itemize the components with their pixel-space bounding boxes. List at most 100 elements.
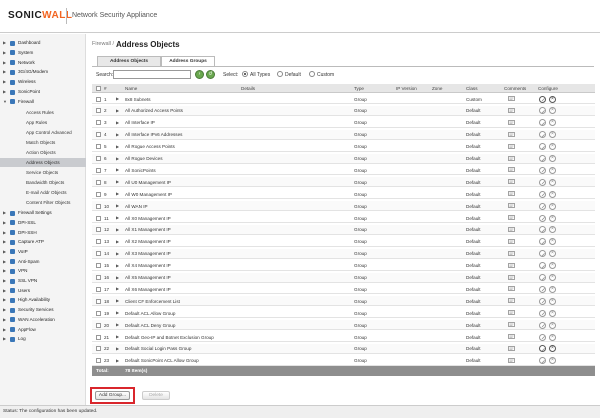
expand-row-icon[interactable]: ▶ (116, 120, 119, 125)
delete-icon[interactable]: × (549, 202, 556, 210)
row-checkbox[interactable] (96, 215, 101, 221)
edit-icon[interactable] (539, 119, 546, 127)
sidebar-subitem-match-objects[interactable]: Match Objects (0, 138, 86, 147)
edit-icon[interactable] (539, 95, 546, 103)
table-row[interactable]: 21 ▶ Default Geo-IP and Botnet Exclusion G… (92, 332, 595, 342)
row-checkbox[interactable] (96, 358, 101, 364)
expand-row-icon[interactable]: ▶ (116, 251, 119, 256)
sidebar-item-system[interactable]: ▶ System (0, 49, 86, 57)
expand-arrow-icon[interactable]: ▶ (3, 335, 6, 343)
expand-arrow-icon[interactable]: ▶ (3, 287, 6, 295)
delete-icon[interactable]: × (549, 345, 556, 353)
delete-icon[interactable]: × (549, 166, 556, 174)
comment-icon[interactable] (508, 334, 515, 340)
sidebar-subitem-app-rules[interactable]: App Rules (0, 118, 86, 127)
breadcrumb[interactable]: Firewall / (92, 41, 114, 47)
radio-default[interactable] (277, 71, 283, 77)
delete-icon[interactable]: × (549, 119, 556, 127)
table-row[interactable]: 8 ▶ All U0 Management IP Group Default × (92, 177, 595, 188)
table-row[interactable]: 20 ▶ Default ACL Deny Group Group Default × (92, 320, 595, 331)
row-checkbox[interactable] (96, 96, 101, 102)
delete-button[interactable]: Delete (142, 391, 170, 400)
edit-icon[interactable] (539, 274, 546, 281)
sidebar-item-3g-4g-modem[interactable]: ▶ 3G/4G/Modem (0, 68, 86, 76)
sidebar-item-log[interactable]: ▶ Log (0, 335, 86, 343)
expand-row-icon[interactable]: ▶ (116, 144, 119, 149)
delete-icon[interactable]: × (549, 131, 556, 139)
expand-row-icon[interactable]: ▶ (116, 179, 119, 184)
row-checkbox[interactable] (96, 263, 101, 269)
sidebar-item-ssl-vpn[interactable]: ▶ SSL VPN (0, 277, 86, 285)
col-type[interactable]: Type (354, 86, 364, 91)
sidebar-item-high-availability[interactable]: ▶ High Availability (0, 296, 86, 304)
table-row[interactable]: 16 ▶ All X5 Management IP Group Default × (92, 272, 595, 283)
sidebar-subitem-content-filter-objects[interactable]: Content Filter Objects (0, 198, 86, 207)
col-ip-version[interactable]: IP Version (396, 86, 417, 91)
delete-icon[interactable]: × (549, 285, 556, 293)
col-name[interactable]: Name (125, 86, 137, 91)
edit-icon[interactable] (539, 178, 546, 186)
comment-icon[interactable] (508, 155, 515, 162)
edit-icon[interactable] (539, 250, 546, 258)
sidebar-item-vpn[interactable]: ▶ VPN (0, 267, 86, 275)
row-checkbox[interactable] (96, 334, 101, 340)
edit-icon[interactable] (539, 214, 546, 222)
sidebar-subitem-access-rules[interactable]: Access Rules (0, 108, 86, 117)
expand-row-icon[interactable]: ▶ (116, 334, 119, 339)
expand-row-icon[interactable]: ▶ (116, 310, 119, 315)
expand-arrow-icon[interactable]: ▶ (3, 248, 6, 256)
table-row[interactable]: 9 ▶ All W0 Management IP Group Default × (92, 189, 595, 200)
sidebar-item-sonicpoint[interactable]: ▶ SonicPoint (0, 88, 86, 96)
comment-icon[interactable] (508, 250, 515, 257)
comment-icon[interactable] (508, 238, 515, 245)
table-row[interactable]: 4 ▶ All Interface IPv6 Addresses Group Defau… (92, 129, 595, 140)
comment-icon[interactable] (508, 298, 515, 304)
delete-icon[interactable]: × (549, 95, 556, 103)
edit-icon[interactable] (539, 131, 546, 139)
sidebar-item-dpi-ssl[interactable]: ▶ DPI-SSL (0, 219, 86, 227)
delete-icon[interactable]: × (549, 107, 556, 115)
tab-address-objects[interactable]: Address Objects (97, 56, 161, 66)
delete-icon[interactable]: × (549, 238, 556, 246)
row-checkbox[interactable] (96, 203, 101, 209)
expand-row-icon[interactable]: ▶ (116, 239, 119, 244)
expand-row-icon[interactable]: ▶ (116, 132, 119, 137)
sidebar-item-dashboard[interactable]: ▶ Dashboard (0, 39, 86, 47)
select-all-checkbox[interactable] (96, 86, 101, 91)
expand-arrow-icon[interactable]: ▶ (3, 238, 6, 246)
edit-icon[interactable] (539, 190, 546, 198)
row-checkbox[interactable] (96, 251, 101, 257)
row-checkbox[interactable] (96, 179, 101, 185)
table-row[interactable]: 10 ▶ All WAN IP Group Default × (92, 201, 595, 212)
table-row[interactable]: 14 ▶ All X3 Management IP Group Default × (92, 248, 595, 259)
delete-icon[interactable]: × (549, 357, 556, 365)
table-row[interactable]: 22 ▶ Default Social Login Pass Group Group D… (92, 343, 595, 354)
edit-icon[interactable] (539, 155, 546, 162)
comment-icon[interactable] (508, 286, 515, 292)
edit-icon[interactable] (539, 357, 546, 365)
delete-icon[interactable]: × (549, 333, 556, 341)
row-checkbox[interactable] (96, 108, 101, 114)
sidebar-item-anti-spam[interactable]: ▶ Anti-Spam (0, 258, 86, 266)
expand-arrow-icon[interactable]: ▶ (3, 306, 6, 314)
delete-icon[interactable]: × (549, 190, 556, 198)
delete-icon[interactable]: × (549, 309, 556, 317)
table-row[interactable]: 13 ▶ All X2 Management IP Group Default × (92, 237, 595, 247)
expand-row-icon[interactable]: ▶ (116, 167, 119, 172)
search-clear-icon[interactable]: ↺ (206, 70, 215, 79)
expand-arrow-icon[interactable]: ▶ (3, 39, 6, 47)
expand-row-icon[interactable]: ▶ (116, 263, 119, 268)
sidebar-subitem-e-mail-addr-objects[interactable]: E-mail Addr Objects (0, 188, 86, 197)
search-go-icon[interactable]: › (195, 70, 204, 79)
expand-arrow-icon[interactable]: ▶ (3, 59, 6, 67)
row-checkbox[interactable] (96, 286, 101, 292)
sidebar-subitem-address-objects[interactable]: Address Objects (0, 158, 86, 168)
edit-icon[interactable] (539, 321, 546, 329)
edit-icon[interactable] (539, 226, 546, 234)
expand-row-icon[interactable]: ▶ (116, 346, 119, 351)
table-row[interactable]: 3 ▶ All Interface IP Group Default × (92, 118, 595, 128)
sidebar-item-firewall-settings[interactable]: ▶ Firewall Settings (0, 209, 86, 217)
edit-icon[interactable] (539, 333, 546, 341)
col-class[interactable]: Class (466, 86, 478, 91)
delete-icon[interactable]: × (549, 297, 556, 305)
